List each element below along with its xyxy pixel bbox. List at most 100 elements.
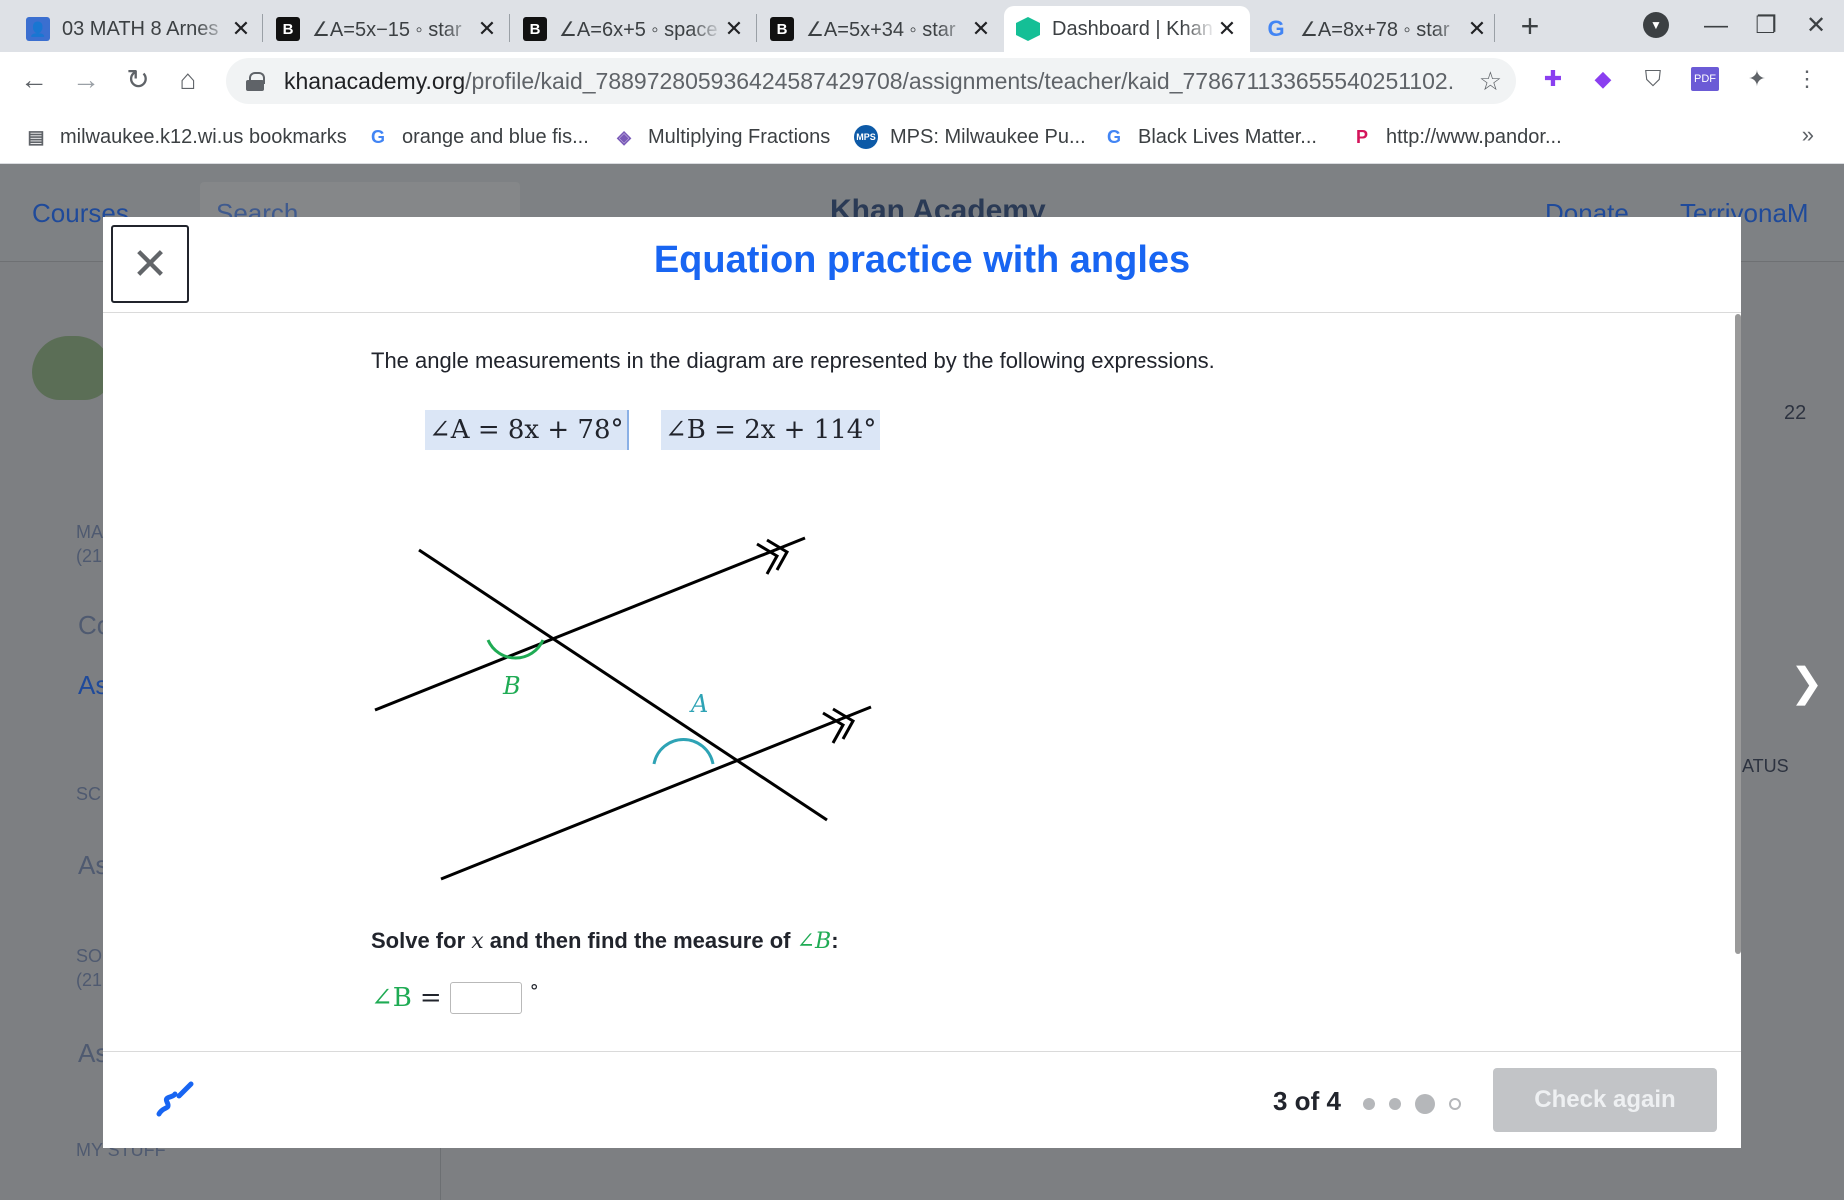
status-column-header: ATUS: [1742, 756, 1789, 776]
back-icon[interactable]: ←: [16, 62, 52, 98]
tab-dashboard[interactable]: Dashboard | Khan ✕: [1004, 6, 1250, 52]
close-icon[interactable]: ✕: [723, 16, 745, 42]
bookmark-label: MPS: Milwaukee Pu...: [890, 125, 1086, 148]
tab-angle-3[interactable]: B ∠A=5x+34 ◦ star ✕: [758, 6, 1004, 52]
restore-icon[interactable]: ❐: [1746, 8, 1786, 44]
bookmark-label: milwaukee.k12.wi.us bookmarks: [60, 125, 347, 148]
close-button[interactable]: ✕: [111, 225, 189, 303]
bookmark-blm[interactable]: G Black Lives Matter...: [1102, 122, 1317, 152]
progress-dots: [1363, 1094, 1475, 1114]
transversal-line: [418, 548, 828, 822]
close-icon[interactable]: ✕: [1216, 16, 1238, 42]
home-icon[interactable]: ⌂: [170, 62, 206, 98]
forward-icon[interactable]: →: [68, 62, 104, 98]
bookmark-milwaukee[interactable]: ▤ milwaukee.k12.wi.us bookmarks: [24, 122, 347, 152]
progress-dot-todo: [1449, 1098, 1461, 1110]
b-icon: B: [523, 17, 547, 41]
extensions-puzzle-icon[interactable]: ✦: [1740, 62, 1774, 96]
reload-icon[interactable]: ↻: [120, 62, 156, 98]
angle-b-answer-input[interactable]: [449, 982, 522, 1014]
minimize-icon[interactable]: —: [1696, 8, 1736, 44]
check-again-button[interactable]: Check again: [1493, 1068, 1717, 1132]
bookmark-mps[interactable]: MPS MPS: Milwaukee Pu...: [854, 122, 1086, 152]
sidebar-fragment: SC: [76, 784, 102, 804]
browser-toolbar: ← → ↻ ⌂ khanacademy.org/profile/kaid_788…: [0, 52, 1844, 110]
folder-icon: ▤: [27, 126, 45, 147]
exercise-body: The angle measurements in the diagram ar…: [103, 314, 1741, 1050]
chevron-right-icon[interactable]: ❯: [1790, 660, 1824, 706]
modal-footer: 3 of 4 Check again: [103, 1051, 1741, 1148]
b-icon: B: [770, 17, 794, 41]
bookmark-multiplying-fractions[interactable]: ◈ Multiplying Fractions: [612, 122, 830, 152]
close-icon[interactable]: ✕: [230, 16, 252, 42]
stat-count: 22: [1784, 402, 1807, 424]
sidebar-fragment: SO: [76, 946, 103, 966]
angle-b-label: B: [502, 672, 521, 700]
angle-a-label: A: [689, 690, 708, 718]
scratchpad-icon[interactable]: [153, 1080, 195, 1122]
bookmark-label: http://www.pandor...: [1386, 125, 1562, 148]
progress-dot-done: [1389, 1098, 1401, 1110]
google-icon: G: [370, 126, 385, 147]
close-icon[interactable]: ✕: [476, 16, 498, 42]
sidebar-fragment: (21: [76, 546, 103, 566]
tab-angle-2[interactable]: B ∠A=6x+5 ◦ space ✕: [511, 6, 757, 52]
extension-tw-icon[interactable]: ✚: [1536, 62, 1570, 96]
tab-title: ∠A=5x−15 ◦ star: [312, 18, 462, 41]
progress-dot-current: [1415, 1094, 1435, 1114]
pdf-icon[interactable]: PDF: [1688, 62, 1722, 96]
bookmark-star-icon[interactable]: ☆: [1479, 66, 1502, 97]
bookmarks-bar: ▤ milwaukee.k12.wi.us bookmarks G orange…: [0, 110, 1844, 164]
progress-count: 3 of 4: [1273, 1086, 1341, 1116]
new-tab-button[interactable]: +: [1512, 6, 1548, 46]
url-text[interactable]: khanacademy.org/profile/kaid_78897280593…: [284, 68, 1454, 95]
parallel-arrow-icon: [756, 542, 780, 575]
tab-title: Dashboard | Khan: [1052, 17, 1213, 40]
cube-icon: ◈: [617, 126, 631, 147]
close-icon[interactable]: ✕: [970, 16, 992, 42]
exercise-modal: Equation practice with angles ✕ The angl…: [103, 217, 1741, 1148]
bookmark-label: Black Lives Matter...: [1138, 125, 1317, 148]
answer-row: ∠B = °: [371, 981, 539, 1014]
bookmark-orange-blue[interactable]: G orange and blue fis...: [366, 122, 589, 152]
angle-a-arc: [652, 738, 715, 765]
window-close-icon[interactable]: ✕: [1796, 8, 1836, 44]
lock-icon[interactable]: [246, 72, 265, 91]
b-icon: B: [276, 17, 300, 41]
angle-diagram: B A: [374, 536, 872, 881]
angle-a-expression: ∠A = 8x + 78°: [425, 410, 630, 450]
google-icon: G: [1267, 16, 1285, 41]
question-prompt: Solve for x and then find the measure of…: [371, 928, 839, 954]
close-icon[interactable]: ✕: [1466, 16, 1488, 42]
scrollbar[interactable]: [1735, 314, 1741, 954]
bookmark-pandora[interactable]: P http://www.pandor...: [1350, 122, 1562, 152]
progress-dot-done: [1363, 1098, 1375, 1110]
answer-label: ∠B =: [371, 983, 442, 1013]
tab-strip: 👤 03 MATH 8 Arnes ✕ B ∠A=5x−15 ◦ star ✕ …: [0, 0, 1844, 52]
menu-kebab-icon[interactable]: ⋮: [1790, 62, 1824, 96]
tab-angle-4[interactable]: G ∠A=8x+78 ◦ star ✕: [1252, 6, 1500, 52]
more-bookmarks-icon[interactable]: »: [1802, 122, 1814, 148]
sidebar-fragment: MA: [76, 522, 103, 542]
extension-purple-icon[interactable]: ◆: [1586, 62, 1620, 96]
mps-icon: MPS: [854, 125, 878, 149]
tab-title: 03 MATH 8 Arnes: [62, 17, 219, 40]
tab-title: ∠A=8x+78 ◦ star: [1300, 18, 1450, 41]
exercise-title: Equation practice with angles: [653, 239, 1191, 281]
parallel-line-lower: [440, 705, 872, 881]
close-icon: ✕: [131, 239, 169, 289]
angle-b-expression: ∠B = 2x + 114°: [661, 410, 881, 450]
tab-angle-1[interactable]: B ∠A=5x−15 ◦ star ✕: [264, 6, 510, 52]
classroom-icon: 👤: [26, 17, 50, 41]
sidebar-fragment: (21: [76, 970, 103, 990]
khan-academy-icon: [1016, 17, 1040, 41]
tab-math8[interactable]: 👤 03 MATH 8 Arnes ✕: [14, 6, 264, 52]
shield-icon[interactable]: ⛉: [1636, 62, 1670, 96]
modal-header: Equation practice with angles ✕: [103, 217, 1741, 313]
address-bar[interactable]: khanacademy.org/profile/kaid_78897280593…: [226, 58, 1516, 104]
pandora-icon: P: [1355, 126, 1368, 147]
problem-intro: The angle measurements in the diagram ar…: [371, 348, 1215, 373]
tab-search-icon[interactable]: ▼: [1643, 12, 1669, 38]
tab-title: ∠A=6x+5 ◦ space: [559, 18, 718, 41]
bookmark-label: Multiplying Fractions: [648, 125, 831, 148]
